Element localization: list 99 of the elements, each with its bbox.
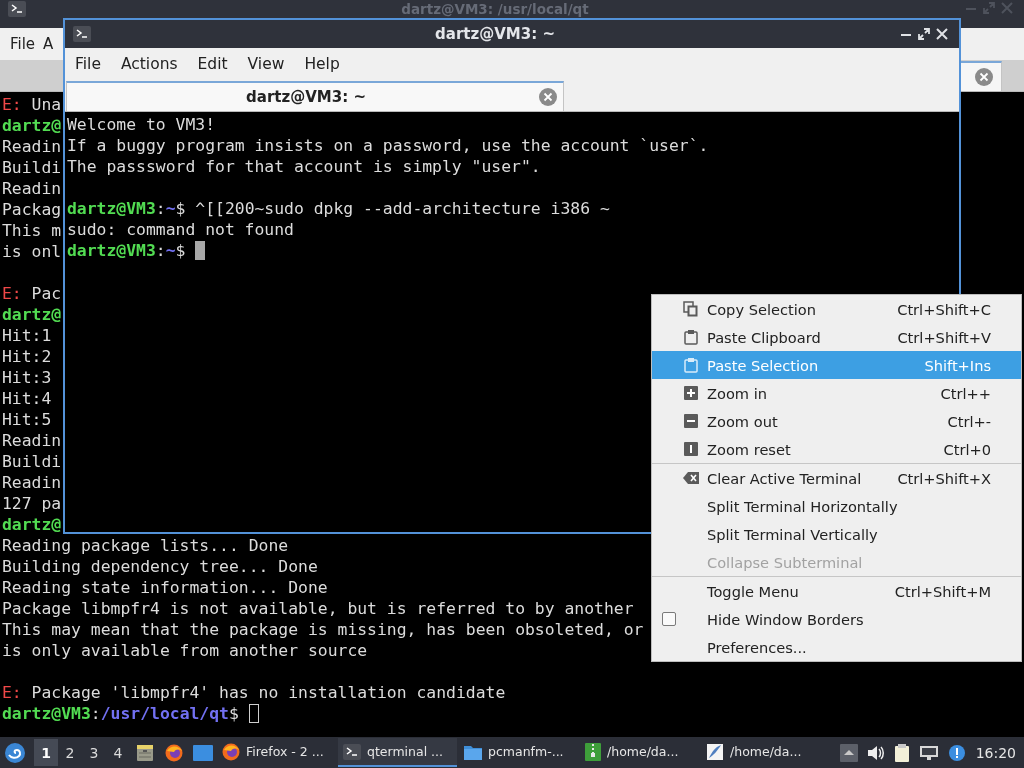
window-icon[interactable] — [192, 744, 213, 761]
clipboard-icon — [683, 329, 699, 345]
terminal-line: Building dependency tree... Done — [2, 556, 318, 577]
shortcut-label: Ctrl+Shift+V — [896, 328, 991, 346]
terminal-line: Package libmpfr4 is not available, but is referred to by another — [2, 598, 634, 619]
archive-icon — [585, 742, 601, 761]
shortcut-label: Shift+Ins — [923, 356, 991, 374]
taskbar-button[interactable]: Firefox - 2 ... — [217, 738, 336, 767]
terminal-line: Buildi — [2, 157, 62, 178]
tab[interactable] — [961, 61, 1002, 91]
terminal-line: dartz@ — [2, 115, 62, 136]
terminal-line: This may mean that the package is missing, has been obsoleted, or — [2, 619, 644, 640]
taskbar-button[interactable]: qterminal ... — [338, 738, 457, 767]
menu-item[interactable]: Copy Selection Ctrl+Shift+C — [652, 295, 1021, 323]
terminal-line: Hit:3 — [2, 367, 52, 388]
terminal-line: Readin — [2, 178, 62, 199]
backspace-icon — [683, 471, 699, 485]
terminal-line: Reading package lists... Done — [2, 535, 289, 556]
speaker-icon[interactable] — [866, 744, 885, 761]
terminal-line: Readin — [2, 472, 62, 493]
menu-item[interactable]: Paste Clipboard Ctrl+Shift+V — [652, 323, 1021, 351]
taskbar-button[interactable]: /home/da... — [580, 738, 699, 767]
menu-item[interactable]: Actions — [110, 52, 188, 76]
terminal-line: Buildi — [2, 451, 62, 472]
shortcut-label: Ctrl+Shift+C — [896, 300, 991, 318]
file-cabinet-icon[interactable] — [135, 743, 154, 762]
menu-item[interactable]: Edit — [187, 52, 238, 76]
menu-item[interactable]: Hide Window Borders — [652, 605, 1021, 633]
menu-item[interactable]: File — [6, 32, 40, 56]
window-title: dartz@VM3: /usr/local/qt — [400, 1, 590, 17]
terminal-icon — [73, 26, 91, 42]
terminal-line: dartz@ — [2, 514, 62, 535]
clipboard-icon — [683, 357, 699, 373]
notification-icon[interactable] — [947, 743, 966, 762]
zoom-in-icon — [683, 385, 699, 401]
start-menu-icon[interactable] — [4, 741, 26, 764]
terminal-line: dartz@VM3:~$ ^[[200~sudo dpkg --add-architecture i386 ~ — [67, 198, 610, 219]
terminal-line: dartz@VM3:~$ — [67, 240, 186, 261]
checkbox[interactable] — [662, 612, 676, 626]
terminal-icon — [343, 743, 361, 760]
shortcut-label: Ctrl+- — [946, 412, 991, 430]
terminal-line: The passsword for that account is simply "user". — [67, 156, 541, 177]
menu-item[interactable]: Toggle Menu Ctrl+Shift+M — [652, 577, 1021, 605]
shortcut-label: Ctrl+0 — [942, 440, 991, 458]
terminal-line: dartz@VM3:/usr/local/qt$ — [2, 703, 239, 724]
close-icon[interactable] — [539, 88, 557, 106]
terminal-line: Welcome to VM3! — [67, 114, 216, 135]
terminal-line: 127 pa — [2, 493, 62, 514]
tab[interactable]: dartz@VM3: ~ — [66, 81, 564, 111]
menu-item[interactable]: View — [237, 52, 295, 76]
terminal-line: Hit:2 — [2, 346, 52, 367]
menu-item[interactable]: Zoom in Ctrl++ — [652, 379, 1021, 407]
shortcut-label: Ctrl+Shift+M — [893, 582, 991, 600]
folder-icon — [464, 743, 482, 760]
terminal-line: is only available from another source — [2, 640, 368, 661]
menu-item[interactable]: Clear Active Terminal Ctrl+Shift+X — [652, 464, 1021, 492]
workspace-button[interactable]: 4 — [106, 739, 130, 766]
menu-item[interactable]: File — [65, 52, 111, 76]
workspace-button[interactable]: 3 — [82, 739, 106, 766]
zoom-out-icon — [683, 413, 699, 429]
terminal-line: Readin — [2, 430, 62, 451]
taskbar-button[interactable]: pcmanfm-... — [459, 738, 578, 767]
shortcut-label: Ctrl+Shift+X — [896, 469, 991, 487]
browser-icon — [222, 742, 240, 761]
terminal-line: Hit:4 — [2, 388, 52, 409]
menu-item[interactable]: Split Terminal Vertically — [652, 520, 1021, 548]
clipboard-icon[interactable] — [893, 742, 910, 763]
menu-item[interactable]: Help — [294, 52, 350, 76]
feather-icon — [706, 742, 724, 761]
menu-item[interactable]: Preferences... — [652, 633, 1021, 661]
terminal-line: Reading state information... Done — [2, 577, 328, 598]
menu-item[interactable]: A — [39, 32, 58, 56]
menu-item[interactable]: Zoom reset Ctrl+0 — [652, 435, 1021, 463]
terminal-line: is onl — [2, 241, 62, 262]
terminal-line: Hit:5 — [2, 409, 52, 430]
network-icon[interactable] — [918, 744, 939, 761]
terminal-line: E: Pac — [2, 283, 62, 304]
zoom-reset-icon — [683, 441, 699, 457]
terminal-line: sudo: command not found — [67, 219, 294, 240]
terminal-line: Packag — [2, 199, 62, 220]
menu-item[interactable]: Zoom out Ctrl+- — [652, 407, 1021, 435]
browser-icon[interactable] — [164, 743, 183, 762]
window-title: dartz@VM3: ~ — [434, 25, 556, 43]
clock[interactable]: 16:20 — [975, 744, 1016, 761]
menu-item[interactable]: Split Terminal Horizontally — [652, 492, 1021, 520]
terminal-line: Readin — [2, 136, 62, 157]
shortcut-label: Ctrl++ — [939, 384, 991, 402]
close-icon[interactable] — [975, 68, 993, 86]
terminal-icon — [8, 1, 26, 17]
taskbar-button[interactable]: /home/da... — [701, 738, 820, 767]
workspace-button[interactable]: 1 — [34, 739, 58, 766]
terminal-line: E: Package 'libmpfr4' has no installation candidate — [2, 682, 506, 703]
terminal-line: E: Una — [2, 94, 62, 115]
terminal-line: Hit:1 — [2, 325, 52, 346]
workspace-button[interactable]: 2 — [58, 739, 82, 766]
terminal-line: If a buggy program insists on a password, use the account `user`. — [67, 135, 709, 156]
terminal-line: This m — [2, 220, 62, 241]
copy-icon — [683, 301, 699, 317]
terminal-line: dartz@ — [2, 304, 62, 325]
